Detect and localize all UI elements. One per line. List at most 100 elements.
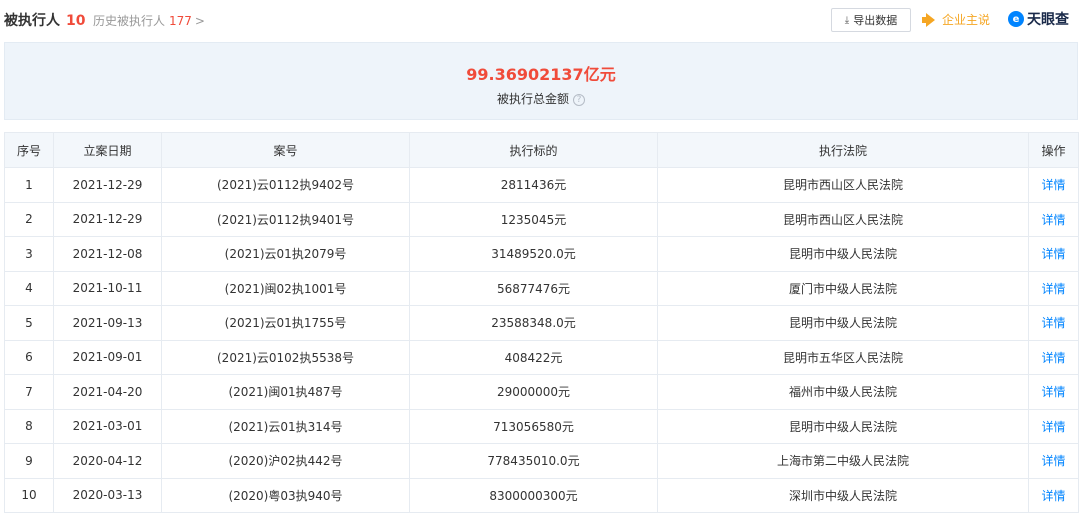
- row-amount: 56877476元: [409, 270, 658, 306]
- speaker-icon: [922, 12, 937, 27]
- row-case-number: (2021)闽02执1001号: [161, 270, 410, 306]
- row-index: 1: [4, 167, 54, 203]
- row-court: 昆明市西山区人民法院: [657, 167, 1029, 203]
- table-row: 2 2021-12-29 (2021)云0112执9401号 1235045元 昆明市西…: [4, 201, 1079, 237]
- export-data-button[interactable]: ⤓ 导出数据: [831, 8, 911, 32]
- detail-link[interactable]: 详情: [1041, 420, 1065, 434]
- brand-name: 天眼查: [1027, 12, 1069, 28]
- download-icon: ⤓: [844, 14, 850, 26]
- row-action: 详情: [1028, 201, 1079, 237]
- total-amount-label: 被执行总金额: [496, 92, 569, 106]
- row-court: 深圳市中级人民法院: [657, 477, 1029, 513]
- row-date: 2021-03-01: [53, 408, 162, 444]
- row-case-number: (2021)闽01执487号: [161, 374, 410, 410]
- row-index: 7: [4, 374, 54, 410]
- table-row: 4 2021-10-11 (2021)闽02执1001号 56877476元 厦门市中级…: [4, 270, 1079, 306]
- row-date: 2021-09-01: [53, 339, 162, 375]
- row-court: 昆明市中级人民法院: [657, 236, 1029, 272]
- brand: e 天眼查: [1008, 9, 1069, 29]
- row-amount: 23588348.0元: [409, 305, 658, 341]
- row-case-number: (2021)云0102执5538号: [161, 339, 410, 375]
- section-header: 被执行人 10 历史被执行人 177 > ⤓ 导出数据 企业主说 e 天眼查: [0, 0, 1080, 42]
- total-amount-label-row: 被执行总金额?: [5, 90, 1077, 107]
- row-date: 2020-03-13: [53, 477, 162, 513]
- row-action: 详情: [1028, 443, 1079, 479]
- table-row: 7 2021-04-20 (2021)闽01执487号 29000000元 福州市中级人…: [4, 374, 1079, 410]
- row-action: 详情: [1028, 167, 1079, 203]
- total-amount-value: 99.36902137亿元: [466, 65, 616, 84]
- row-court: 福州市中级人民法院: [657, 374, 1029, 410]
- row-date: 2021-10-11: [53, 270, 162, 306]
- row-index: 5: [4, 305, 54, 341]
- section-title: 被执行人 10: [4, 10, 85, 30]
- row-index: 2: [4, 201, 54, 237]
- row-date: 2021-12-29: [53, 167, 162, 203]
- row-amount: 1235045元: [409, 201, 658, 237]
- detail-link[interactable]: 详情: [1041, 282, 1065, 296]
- column-header-amount: 执行标的: [409, 132, 658, 168]
- column-header-court: 执行法院: [657, 132, 1029, 168]
- row-court: 昆明市中级人民法院: [657, 408, 1029, 444]
- detail-link[interactable]: 详情: [1041, 316, 1065, 330]
- table-body: 1 2021-12-29 (2021)云0112执9402号 2811436元 昆明市西…: [4, 167, 1079, 513]
- row-action: 详情: [1028, 236, 1079, 272]
- section-title-label: 被执行人: [4, 13, 60, 29]
- chevron-right-icon: >: [194, 14, 205, 28]
- total-amount-summary: 99.36902137亿元 被执行总金额?: [4, 42, 1078, 120]
- detail-link[interactable]: 详情: [1041, 454, 1065, 468]
- row-case-number: (2021)云01执314号: [161, 408, 410, 444]
- row-case-number: (2021)云01执2079号: [161, 236, 410, 272]
- history-link[interactable]: 历史被执行人 177 >: [93, 12, 205, 29]
- row-date: 2020-04-12: [53, 443, 162, 479]
- row-amount: 778435010.0元: [409, 443, 658, 479]
- row-amount: 29000000元: [409, 374, 658, 410]
- row-date: 2021-12-29: [53, 201, 162, 237]
- row-court: 昆明市西山区人民法院: [657, 201, 1029, 237]
- row-amount: 713056580元: [409, 408, 658, 444]
- row-index: 9: [4, 443, 54, 479]
- row-action: 详情: [1028, 270, 1079, 306]
- row-amount: 2811436元: [409, 167, 658, 203]
- export-data-label: 导出数据: [853, 14, 898, 27]
- section-title-count: 10: [66, 13, 86, 29]
- row-index: 10: [4, 477, 54, 513]
- history-label: 历史被执行人: [93, 14, 166, 28]
- help-icon[interactable]: ?: [573, 93, 585, 106]
- table-header-row: 序号 立案日期 案号 执行标的 执行法院 操作: [4, 132, 1079, 168]
- row-court: 昆明市中级人民法院: [657, 305, 1029, 341]
- detail-link[interactable]: 详情: [1041, 247, 1065, 261]
- table-row: 3 2021-12-08 (2021)云01执2079号 31489520.0元 昆明市…: [4, 236, 1079, 272]
- row-action: 详情: [1028, 477, 1079, 513]
- detail-link[interactable]: 详情: [1041, 213, 1065, 227]
- column-header-index: 序号: [4, 132, 54, 168]
- row-case-number: (2021)云0112执9401号: [161, 201, 410, 237]
- row-court: 厦门市中级人民法院: [657, 270, 1029, 306]
- detail-link[interactable]: 详情: [1041, 489, 1065, 503]
- row-amount: 31489520.0元: [409, 236, 658, 272]
- row-amount: 8300000300元: [409, 477, 658, 513]
- table-row: 8 2021-03-01 (2021)云01执314号 713056580元 昆明市中级…: [4, 408, 1079, 444]
- row-case-number: (2020)粤03执940号: [161, 477, 410, 513]
- row-court: 昆明市五华区人民法院: [657, 339, 1029, 375]
- detail-link[interactable]: 详情: [1041, 351, 1065, 365]
- row-court: 上海市第二中级人民法院: [657, 443, 1029, 479]
- row-action: 详情: [1028, 408, 1079, 444]
- column-header-action: 操作: [1028, 132, 1079, 168]
- table-row: 9 2020-04-12 (2020)沪02执442号 778435010.0元 上海市…: [4, 443, 1079, 479]
- history-count: 177: [169, 14, 192, 28]
- row-action: 详情: [1028, 305, 1079, 341]
- row-amount: 408422元: [409, 339, 658, 375]
- table-row: 6 2021-09-01 (2021)云0102执5538号 408422元 昆明市五华…: [4, 339, 1079, 375]
- column-header-case-number: 案号: [161, 132, 410, 168]
- table-row: 1 2021-12-29 (2021)云0112执9402号 2811436元 昆明市西…: [4, 167, 1079, 203]
- tianyancha-logo-icon: e: [1008, 11, 1024, 27]
- executed-person-table: 序号 立案日期 案号 执行标的 执行法院 操作 1 2021-12-29 (2021…: [4, 132, 1079, 513]
- row-action: 详情: [1028, 374, 1079, 410]
- detail-link[interactable]: 详情: [1041, 385, 1065, 399]
- detail-link[interactable]: 详情: [1041, 178, 1065, 192]
- table-row: 10 2020-03-13 (2020)粤03执940号 8300000300元 深圳市…: [4, 477, 1079, 513]
- enterprise-say-link[interactable]: 企业主说: [922, 11, 990, 28]
- row-case-number: (2020)沪02执442号: [161, 443, 410, 479]
- row-index: 4: [4, 270, 54, 306]
- row-date: 2021-12-08: [53, 236, 162, 272]
